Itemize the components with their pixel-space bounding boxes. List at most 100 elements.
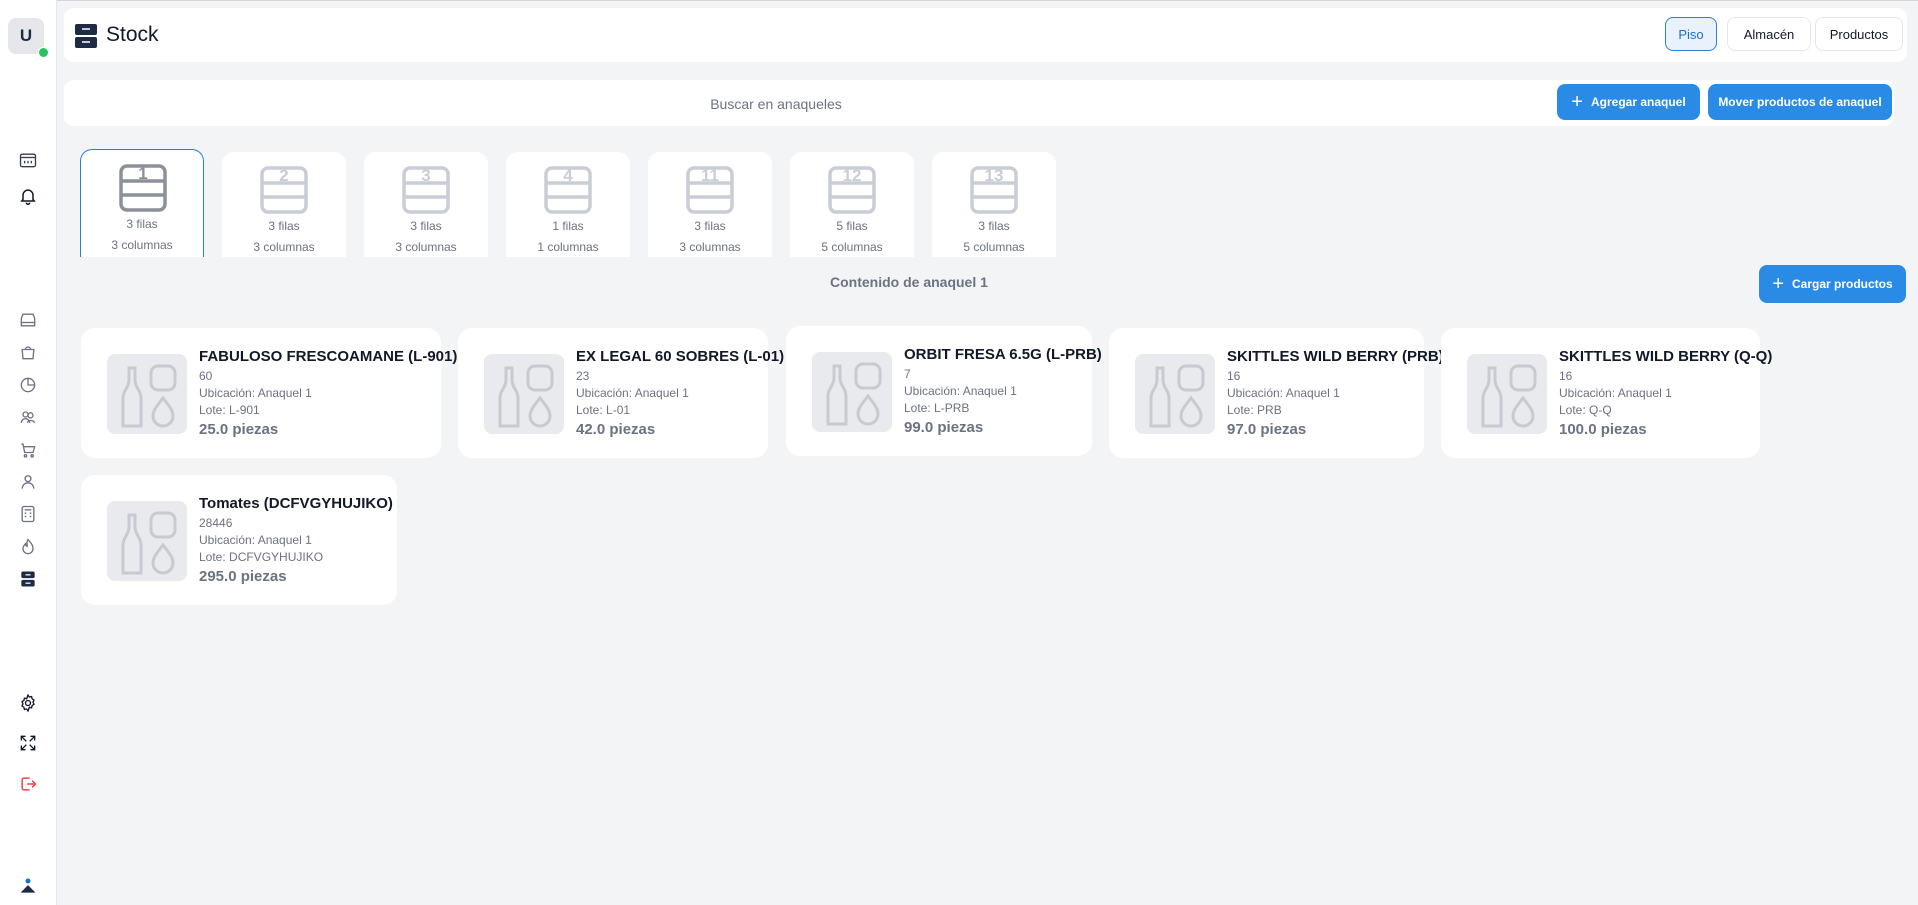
product-placeholder-image [1135,354,1215,434]
product-placeholder-image [107,354,187,434]
product-lot: Lote: Q-Q [1559,403,1612,417]
product-name: Tomates (DCFVGYHUJIKO) [199,495,393,512]
user-icon[interactable] [16,470,40,494]
product-placeholder-image [484,354,564,434]
shelf-rows: 3 filas [410,219,442,233]
product-lot: Lote: L-01 [576,403,631,417]
top-border [0,0,1918,1]
product-card[interactable]: SKITTLES WILD BERRY (Q-Q) 16 Ubicación: … [1441,328,1772,458]
product-card[interactable]: Tomates (DCFVGYHUJIKO) 28446 Ubicación: … [81,475,397,605]
load-products-button[interactable]: + Cargar productos [1759,265,1906,303]
shelf-number: 12 [842,166,862,185]
shelf-rows: 5 filas [836,219,868,233]
shelf-rows: 3 filas [694,219,726,233]
product-lot: Lote: PRB [1227,403,1282,417]
product-code: 7 [904,367,911,381]
shelf-rows: 3 filas [126,217,158,231]
product-location: Ubicación: Anaquel 1 [1227,386,1340,400]
fire-icon[interactable] [16,535,40,559]
page-title: Stock [106,23,159,46]
product-lot: Lote: L-901 [199,403,260,417]
product-quantity: 25.0 piezas [199,421,279,438]
tab-productos[interactable]: Productos [1815,17,1903,51]
shelf-tab-11[interactable]: 11 3 filas 3 columnas [648,152,772,257]
calendar-icon[interactable] [16,148,40,172]
tab-almacen[interactable]: Almacén [1727,17,1811,51]
product-code: 60 [199,369,213,383]
shelf-columns: 3 columnas [111,238,173,252]
product-quantity: 42.0 piezas [576,421,656,438]
shelf-number: 3 [421,166,431,185]
shelf-tab-13[interactable]: 13 3 filas 5 columnas [932,152,1056,257]
product-placeholder-image [812,352,892,432]
bag-icon[interactable] [16,340,40,364]
shelf-rows: 3 filas [268,219,300,233]
product-placeholder-image [107,501,187,581]
product-location: Ubicación: Anaquel 1 [1559,386,1672,400]
product-quantity: 295.0 piezas [199,568,287,585]
add-shelf-label: Agregar anaquel [1590,95,1686,109]
product-name: SKITTLES WILD BERRY (PRB) [1227,348,1444,365]
product-card[interactable]: SKITTLES WILD BERRY (PRB) 16 Ubicación: … [1109,328,1444,458]
product-location: Ubicación: Anaquel 1 [199,386,312,400]
shelf-number: 11 [701,166,719,185]
shelf-search-bar: + Agregar anaquel Mover productos de ana… [64,80,1894,128]
shelf-tab-4[interactable]: 4 1 filas 1 columnas [506,152,630,257]
shelf-columns: 3 columnas [253,240,315,254]
bell-icon[interactable] [16,184,40,208]
shelf-tab-12[interactable]: 12 5 filas 5 columnas [790,152,914,257]
product-name: EX LEGAL 60 SOBRES (L-01) [576,348,785,365]
add-shelf-button[interactable]: + Agregar anaquel [1557,84,1700,120]
shelf-tab-2[interactable]: 2 3 filas 3 columnas [222,152,346,257]
brand-icon [16,874,40,898]
load-products-label: Cargar productos [1792,277,1893,291]
product-location: Ubicación: Anaquel 1 [576,386,689,400]
product-quantity: 99.0 piezas [904,419,984,436]
product-code: 23 [576,369,590,383]
chart-pie-icon[interactable] [16,373,40,397]
product-quantity: 97.0 piezas [1227,421,1307,438]
product-code: 28446 [199,516,233,530]
move-products-button[interactable]: Mover productos de anaquel [1708,84,1892,120]
users-icon[interactable] [16,405,40,429]
shelf-number: 1 [138,164,148,183]
plus-icon: + [1571,91,1583,113]
product-card[interactable]: ORBIT FRESA 6.5G (L-PRB) 7 Ubicación: An… [786,326,1102,456]
plus-icon: + [1772,273,1784,295]
product-name: ORBIT FRESA 6.5G (L-PRB) [904,346,1102,363]
shelf-number: 4 [563,166,573,185]
product-placeholder-image [1467,354,1547,434]
product-code: 16 [1559,369,1573,383]
product-quantity: 100.0 piezas [1559,421,1647,438]
product-lot: Lote: DCFVGYHUJIKO [199,550,324,564]
product-name: FABULOSO FRESCOAMANE (L-901) [199,348,458,365]
shelf-content-title: Contenido de anaquel 1 [830,274,988,290]
shelf-number: 13 [984,166,1004,185]
expand-icon[interactable] [16,731,40,755]
gear-icon[interactable] [16,691,40,715]
store-icon[interactable] [16,308,40,332]
product-card[interactable]: EX LEGAL 60 SOBRES (L-01) 23 Ubicación: … [458,328,784,458]
shelf-tab-3[interactable]: 3 3 filas 3 columnas [364,152,488,257]
stock-icon [75,24,97,48]
cart-icon[interactable] [16,438,40,462]
product-name: SKITTLES WILD BERRY (Q-Q) [1559,348,1773,365]
product-card[interactable]: FABULOSO FRESCOAMANE (L-901) 60 Ubicació… [81,328,457,458]
online-status-dot [38,47,49,58]
shelf-rows: 1 filas [552,219,584,233]
shelf-search-input[interactable] [64,80,1488,128]
stock-icon[interactable] [16,567,40,591]
product-lot: Lote: L-PRB [904,401,970,415]
tab-piso[interactable]: Piso [1665,17,1717,51]
shelf-columns: 1 columnas [537,240,599,254]
product-location: Ubicación: Anaquel 1 [904,384,1017,398]
calculator-icon[interactable] [16,502,40,526]
header: Stock Piso Almacén Productos [64,8,1907,62]
shelf-columns: 3 columnas [679,240,741,254]
shelf-columns: 5 columnas [821,240,883,254]
logout-icon[interactable] [16,772,40,796]
shelf-number: 2 [279,166,289,185]
shelf-tab-1[interactable]: 1 3 filas 3 columnas [80,149,204,257]
shelf-columns: 3 columnas [395,240,457,254]
product-location: Ubicación: Anaquel 1 [199,533,312,547]
